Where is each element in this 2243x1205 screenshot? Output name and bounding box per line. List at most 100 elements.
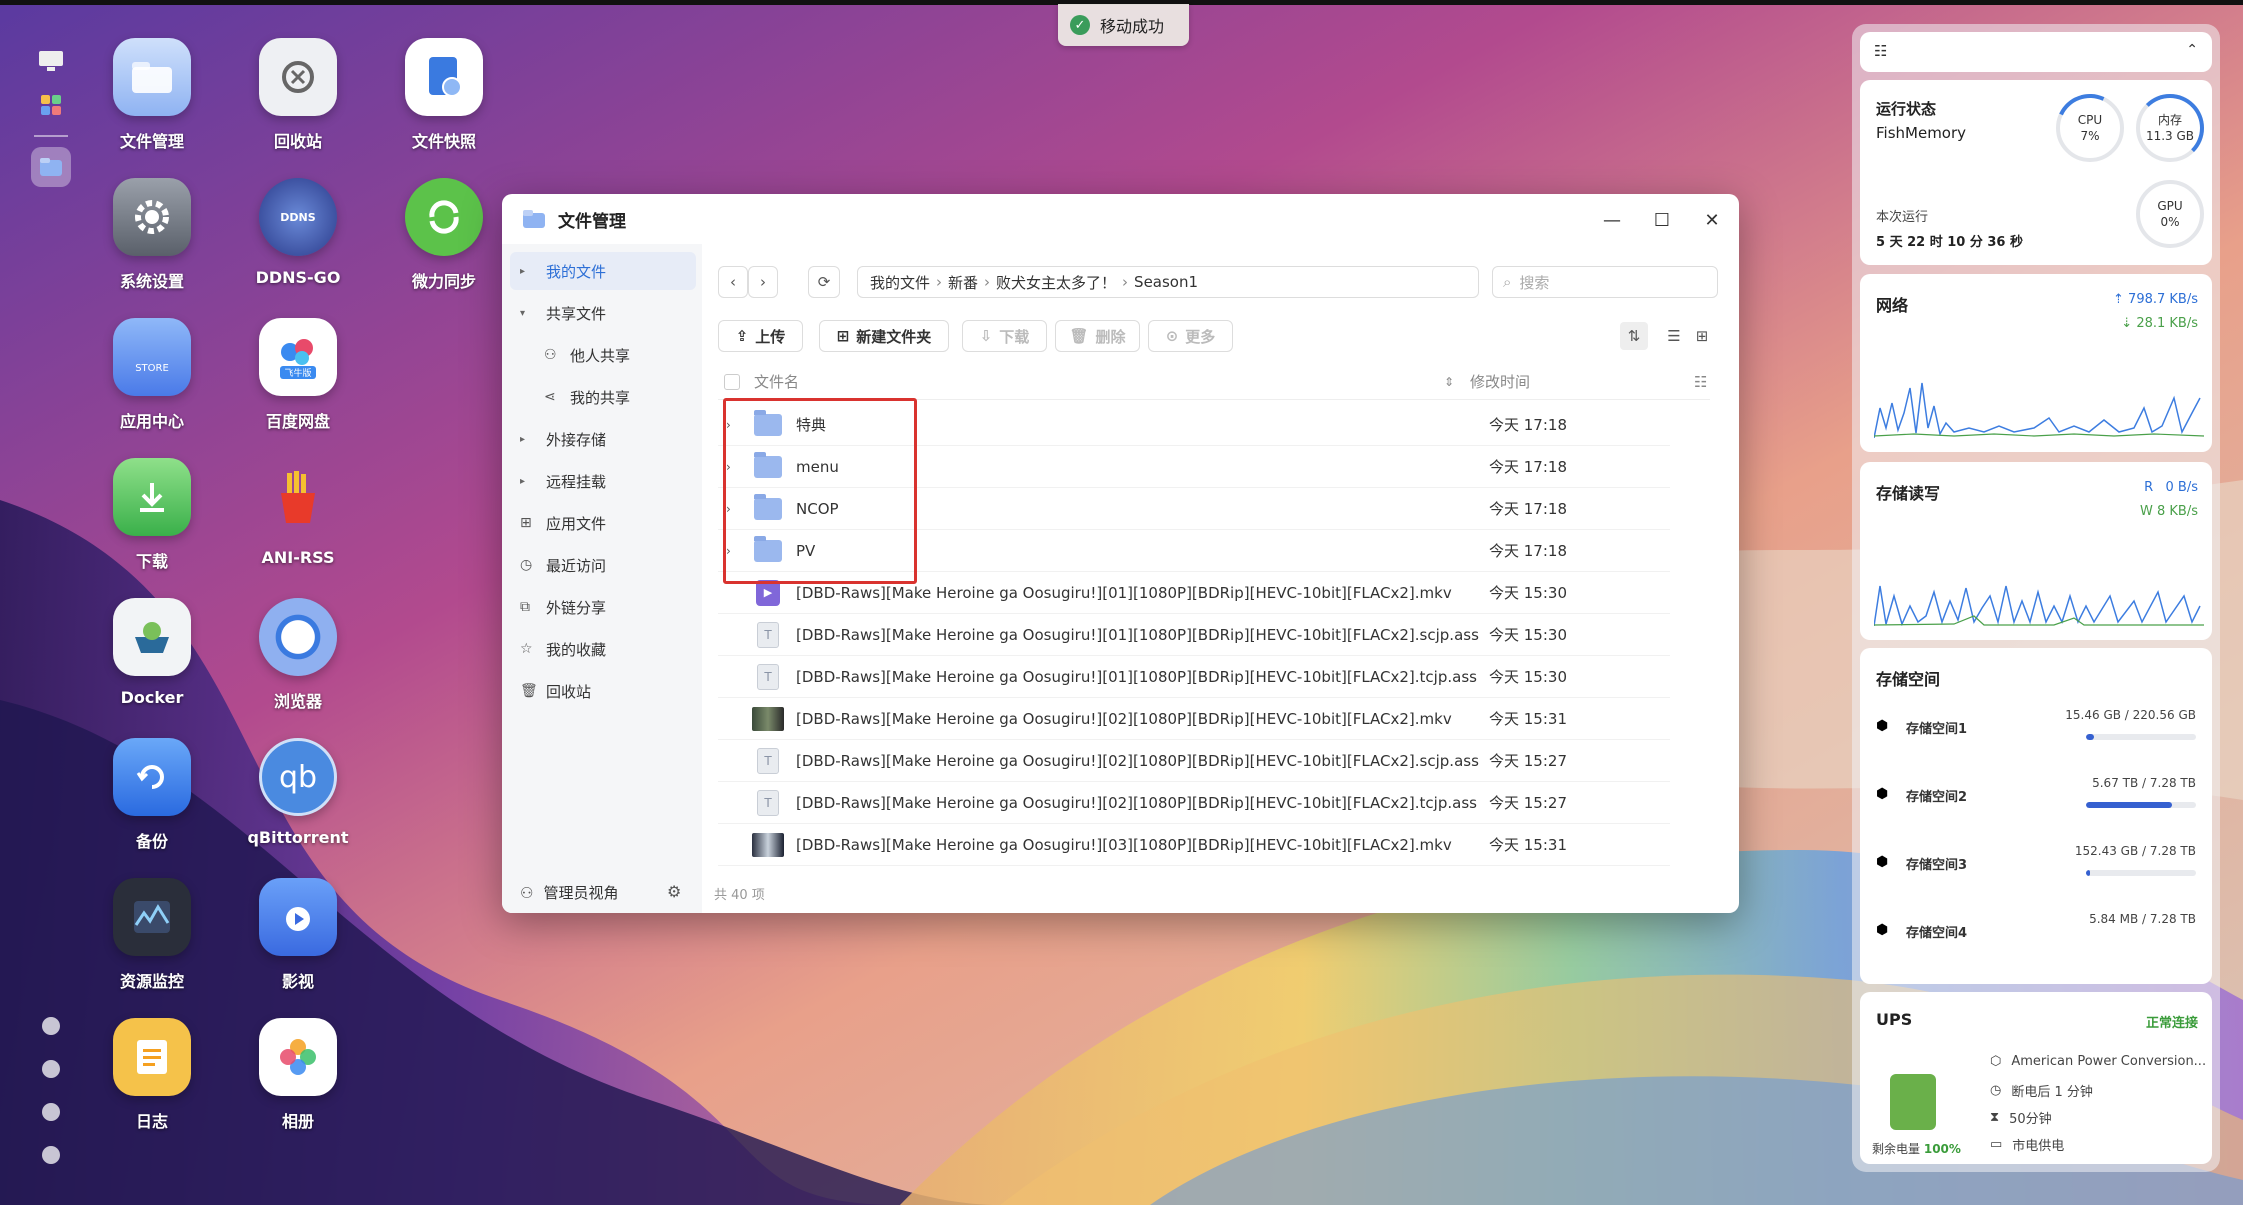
table-row[interactable]: [DBD-Raws][Make Heroine ga Oosugiru!][02… — [718, 698, 1670, 740]
sidebar-item-link-share[interactable]: ⧉ 外链分享 — [510, 588, 696, 626]
list-view-icon[interactable]: ☰ — [1660, 322, 1688, 350]
desktop-app-photos[interactable]: 相册 — [228, 1018, 368, 1138]
sort-icon[interactable]: ⇅ — [1620, 322, 1648, 350]
forward-button[interactable]: › — [748, 266, 778, 298]
sidebar-item-others-shared[interactable]: ⚇ 他人共享 — [510, 336, 696, 374]
sidebar-item-external-storage[interactable]: ▸ 外接存储 — [510, 420, 696, 458]
table-row[interactable]: T [DBD-Raws][Make Heroine ga Oosugiru!][0… — [718, 656, 1670, 698]
disk-icon: ⬢ — [1876, 854, 1889, 870]
column-settings-icon[interactable]: ☷ — [1694, 373, 1707, 391]
video-thumbnail-icon — [752, 706, 784, 731]
breadcrumb-item[interactable]: 新番 — [948, 272, 978, 293]
trash-icon: 🗑 — [520, 683, 538, 699]
desktop-app-store[interactable]: STORE 应用中心 — [82, 318, 222, 438]
desktop-app-baidu-netdisk[interactable]: 飞牛版 百度网盘 — [228, 318, 368, 438]
sidebar-item-remote-mount[interactable]: ▸ 远程挂载 — [510, 462, 696, 500]
desktop-app-docker[interactable]: Docker — [82, 598, 222, 718]
search-icon: ⌕ — [1503, 273, 1512, 291]
expand-arrow-icon: ▸ — [520, 475, 526, 487]
sidebar-item-shared-files[interactable]: ▾ 共享文件 — [510, 294, 696, 332]
battery-level: 剩余电量 100% — [1872, 1142, 1961, 1156]
ups-status: 正常连接 — [2145, 1016, 2198, 1031]
uptime-value: 5 天 22 时 10 分 36 秒 — [1876, 235, 2023, 250]
storage-item[interactable]: ⬢ 存储空间3 152.43 GB / 7.28 TB — [1876, 844, 2196, 900]
search-input[interactable]: ⌕ 搜索 — [1492, 266, 1718, 298]
sidebar-item-recent[interactable]: ◷ 最近访问 — [510, 546, 696, 584]
desktop-app-backup[interactable]: 备份 — [82, 738, 222, 858]
settings-icon[interactable] — [42, 1146, 60, 1164]
download-button[interactable]: ⇩ 下载 — [962, 320, 1047, 352]
app-grid-icon[interactable] — [31, 85, 71, 125]
table-header: 文件名 ⇕ 修改时间 ☷ — [718, 364, 1710, 400]
admin-icon: ⚇ — [520, 883, 534, 902]
desktop-app-ani-rss[interactable]: ANI-RSS — [228, 458, 368, 578]
desktop-app-video[interactable]: 影视 — [228, 878, 368, 998]
sidebar-item-my-files[interactable]: ▸ 我的文件 — [510, 252, 696, 290]
recycle-icon — [259, 38, 337, 116]
select-all-checkbox[interactable] — [724, 373, 740, 390]
maximize-button[interactable]: ☐ — [1648, 206, 1676, 234]
sidebar-item-recycle-bin[interactable]: 🗑 回收站 — [510, 672, 696, 710]
sort-arrows-icon[interactable]: ⇕ — [1444, 375, 1454, 389]
chrome-icon — [259, 598, 337, 676]
back-button[interactable]: ‹ — [718, 266, 748, 298]
storage-item[interactable]: ⬢ 存储空间1 15.46 GB / 220.56 GB — [1876, 708, 2196, 764]
desktop-app-verysync[interactable]: 微力同步 — [374, 178, 514, 298]
share-icon: ⋖ — [544, 389, 556, 405]
new-folder-button[interactable]: ⊞ 新建文件夹 — [819, 320, 949, 352]
storage-item[interactable]: ⬢ 存储空间4 5.84 MB / 7.28 TB — [1876, 912, 2196, 968]
text-file-icon: T — [757, 747, 779, 774]
close-button[interactable]: ✕ — [1698, 206, 1726, 234]
breadcrumb-chevron-icon: › — [984, 273, 991, 291]
user-icon[interactable] — [42, 1103, 60, 1121]
desktop-app-qbittorrent[interactable]: qb qBittorrent — [228, 738, 368, 858]
sidebar-item-app-files[interactable]: ⊞ 应用文件 — [510, 504, 696, 542]
disk-io-title: 存储读写 — [1876, 484, 1941, 503]
breadcrumb-item[interactable]: Season1 — [1134, 273, 1198, 291]
delete-button[interactable]: 🗑 删除 — [1055, 320, 1140, 352]
check-icon: ✓ — [1070, 15, 1090, 35]
desktop-icon[interactable] — [31, 41, 71, 81]
more-button[interactable]: ⊙ 更多 — [1148, 320, 1233, 352]
minimize-button[interactable]: — — [1598, 206, 1626, 234]
window-title: 文件管理 — [558, 211, 626, 232]
column-name[interactable]: 文件名 — [754, 371, 799, 392]
sidebar-item-favorites[interactable]: ☆ 我的收藏 — [510, 630, 696, 668]
sidebar-settings-icon[interactable]: ⚙ — [667, 882, 681, 901]
download-speed: ⇣ 28.1 KB/s — [2121, 316, 2198, 331]
sidebar-item-my-shares[interactable]: ⋖ 我的共享 — [510, 378, 696, 416]
storage-item[interactable]: ⬢ 存储空间2 5.67 TB / 7.28 TB — [1876, 776, 2196, 832]
breadcrumb-item[interactable]: 我的文件 — [870, 272, 930, 293]
table-row[interactable]: T [DBD-Raws][Make Heroine ga Oosugiru!][0… — [718, 614, 1670, 656]
window-titlebar[interactable]: 文件管理 — [502, 194, 1739, 244]
upload-button[interactable]: ⇪ 上传 — [718, 320, 803, 352]
desktop-app-recycle-bin[interactable]: 回收站 — [228, 38, 368, 158]
admin-view-toggle[interactable]: ⚇ 管理员视角 — [520, 882, 618, 903]
refresh-button[interactable]: ⟳ — [808, 266, 840, 298]
desktop-app-log[interactable]: 日志 — [82, 1018, 222, 1138]
video-icon — [259, 878, 337, 956]
breadcrumb-item[interactable]: 败犬女主太多了！ — [996, 272, 1116, 293]
bell-icon[interactable] — [42, 1060, 60, 1078]
help-icon[interactable] — [42, 1017, 60, 1035]
desktop-app-settings[interactable]: 系统设置 — [82, 178, 222, 298]
grid-view-icon[interactable]: ⊞ — [1688, 322, 1716, 350]
desktop-app-file-manager[interactable]: 文件管理 — [82, 38, 222, 158]
collapse-icon[interactable]: ⌃ — [2186, 42, 2198, 58]
widget-settings-icon[interactable]: ☷ — [1874, 42, 1887, 60]
expand-arrow-icon: ▸ — [520, 433, 526, 445]
running-file-manager-icon[interactable] — [31, 147, 71, 187]
column-modified[interactable]: 修改时间 — [1470, 371, 1530, 392]
desktop-app-file-snapshot[interactable]: 文件快照 — [374, 38, 514, 158]
network-sparkline — [1874, 382, 2204, 438]
desktop-app-ddns-go[interactable]: DDNS DDNS-GO — [228, 178, 368, 298]
desktop-app-download[interactable]: 下载 — [82, 458, 222, 578]
table-row[interactable]: T [DBD-Raws][Make Heroine ga Oosugiru!][0… — [718, 782, 1670, 824]
trash-icon: 🗑 — [1069, 327, 1089, 345]
netdisk-badge: 飞牛版 — [280, 365, 316, 379]
cloud-icon: 飞牛版 — [259, 318, 337, 396]
desktop-app-resource-monitor[interactable]: 资源监控 — [82, 878, 222, 998]
table-row[interactable]: T [DBD-Raws][Make Heroine ga Oosugiru!][0… — [718, 740, 1670, 782]
table-row[interactable]: [DBD-Raws][Make Heroine ga Oosugiru!][03… — [718, 824, 1670, 866]
desktop-app-browser[interactable]: 浏览器 — [228, 598, 368, 718]
